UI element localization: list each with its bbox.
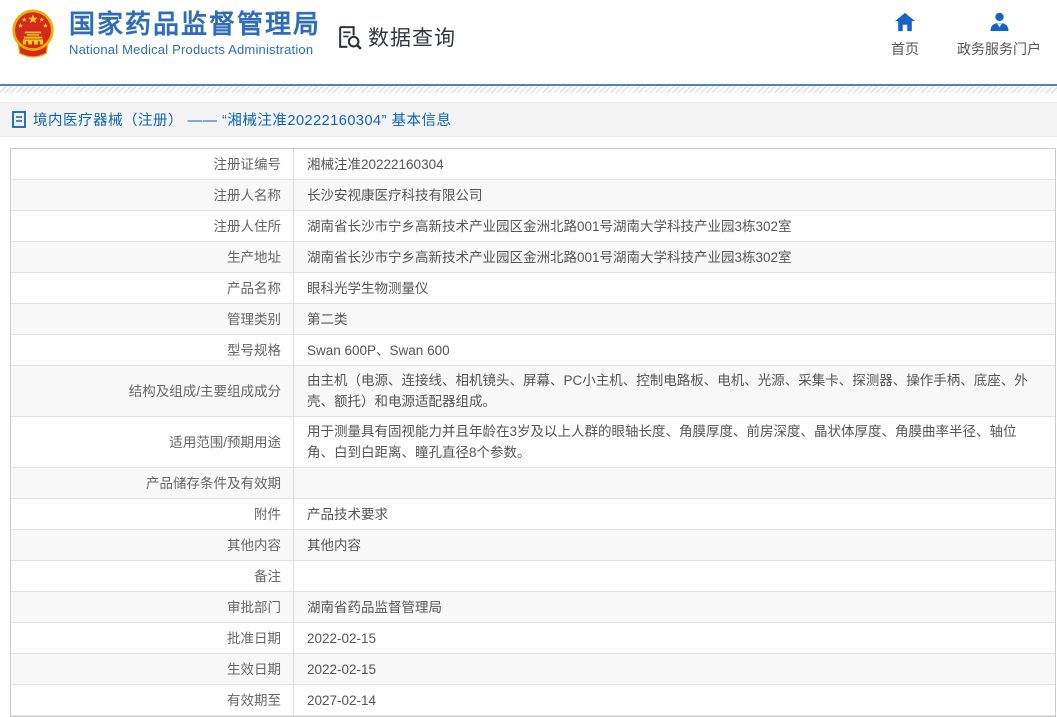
row-label: 产品储存条件及有效期 [11, 468, 294, 498]
top-nav: 首页 政务服务门户 [891, 12, 1041, 59]
row-value: 2022-02-15 [307, 630, 377, 646]
row-label: 型号规格 [11, 335, 294, 365]
brand-logo-link[interactable]: 国家药品监督管理局 National Medical Products Admi… [10, 7, 321, 59]
table-row: 其他内容 其他内容 [11, 530, 1055, 561]
table-row: 有效期至 2027-02-14 [11, 685, 1055, 716]
data-query-label: 数据查询 [368, 27, 456, 50]
row-label: 生产地址 [11, 242, 294, 272]
row-label: 产品名称 [11, 273, 294, 303]
row-value: 产品技术要求 [307, 506, 388, 522]
table-row: 批准日期 2022-02-15 [11, 623, 1055, 654]
row-label: 适用范围/预期用途 [11, 417, 294, 467]
row-label: 生效日期 [11, 654, 294, 684]
row-label: 审批部门 [11, 592, 294, 622]
nav-gov-portal-label: 政务服务门户 [957, 41, 1041, 57]
row-label: 备注 [11, 561, 294, 591]
row-label: 管理类别 [11, 304, 294, 334]
home-icon [895, 12, 915, 32]
table-row: 审批部门 湖南省药品监督管理局 [11, 592, 1055, 623]
table-row: 注册人住所 湖南省长沙市宁乡高新技术产业园区金洲北路001号湖南大学科技产业园3栋… [11, 211, 1055, 242]
row-label: 注册人住所 [11, 211, 294, 241]
document-icon [12, 111, 26, 128]
row-value [294, 468, 1055, 498]
breadcrumb-bar: 境内医疗器械（注册） —— “湘械注准20222160304” 基本信息 [0, 102, 1057, 137]
table-row: 生产地址 湖南省长沙市宁乡高新技术产业园区金洲北路001号湖南大学科技产业园3栋3… [11, 242, 1055, 273]
row-value: 用于测量具有固视能力并且年龄在3岁及以上人群的眼轴长度、角膜厚度、前房深度、晶状… [307, 424, 1017, 460]
table-row: 生效日期 2022-02-15 [11, 654, 1055, 685]
row-value: 2022-02-15 [307, 661, 377, 677]
row-value: 湖南省药品监督管理局 [307, 599, 442, 615]
row-label: 其他内容 [11, 530, 294, 560]
data-query-link[interactable]: 数据查询 [336, 22, 456, 52]
table-row: 产品名称 眼科光学生物测量仪 [11, 273, 1055, 304]
row-value: Swan 600P、Swan 600 [307, 342, 450, 358]
row-value: 2027-02-14 [307, 692, 377, 708]
table-row: 备注 [11, 561, 1055, 592]
user-icon [989, 12, 1009, 32]
site-title: 国家药品监督管理局 [69, 9, 322, 39]
nav-home-label: 首页 [891, 41, 919, 57]
nav-gov-portal[interactable]: 政务服务门户 [957, 12, 1041, 59]
table-row: 管理类别 第二类 [11, 304, 1055, 335]
table-row: 适用范围/预期用途 用于测量具有固视能力并且年龄在3岁及以上人群的眼轴长度、角膜厚… [11, 417, 1055, 468]
row-value: 湘械注准20222160304 [307, 156, 444, 172]
row-label: 结构及组成/主要组成成分 [11, 366, 294, 416]
table-row: 结构及组成/主要组成成分 由主机（电源、连接线、相机镜头、屏幕、PC小主机、控制电… [11, 366, 1055, 417]
brand-text: 国家药品监督管理局 National Medical Products Admi… [69, 9, 321, 57]
site-header: 国家药品监督管理局 National Medical Products Admi… [0, 0, 1057, 84]
row-value: 由主机（电源、连接线、相机镜头、屏幕、PC小主机、控制电路板、电机、光源、采集卡… [307, 373, 1028, 409]
row-label: 有效期至 [11, 685, 294, 715]
registration-info-table: 注册证编号 湘械注准20222160304 注册人名称 长沙安视康医疗科技有限公司 注册… [10, 148, 1056, 717]
table-row: 附件 产品技术要求 [11, 499, 1055, 530]
row-label: 注册证编号 [11, 149, 294, 179]
row-value: 第二类 [307, 311, 348, 327]
header-divider [0, 84, 1057, 93]
row-value: 湖南省长沙市宁乡高新技术产业园区金洲北路001号湖南大学科技产业园3栋302室 [307, 218, 792, 234]
national-emblem-icon [12, 9, 54, 58]
page-title: 境内医疗器械（注册） —— “湘械注准20222160304” 基本信息 [33, 113, 452, 129]
row-label: 批准日期 [11, 623, 294, 653]
row-value [294, 561, 1055, 591]
row-label: 附件 [11, 499, 294, 529]
row-label: 注册人名称 [11, 180, 294, 210]
row-value: 其他内容 [307, 537, 361, 553]
table-row: 注册人名称 长沙安视康医疗科技有限公司 [11, 180, 1055, 211]
row-value: 湖南省长沙市宁乡高新技术产业园区金洲北路001号湖南大学科技产业园3栋302室 [307, 249, 792, 265]
table-row: 产品储存条件及有效期 [11, 468, 1055, 499]
nav-home[interactable]: 首页 [891, 12, 919, 59]
document-search-icon [339, 25, 362, 50]
table-row: 注册证编号 湘械注准20222160304 [11, 149, 1055, 180]
row-value: 长沙安视康医疗科技有限公司 [307, 187, 483, 203]
table-row: 型号规格 Swan 600P、Swan 600 [11, 335, 1055, 366]
row-value: 眼科光学生物测量仪 [307, 280, 429, 296]
site-subtitle: National Medical Products Administration [69, 42, 314, 57]
